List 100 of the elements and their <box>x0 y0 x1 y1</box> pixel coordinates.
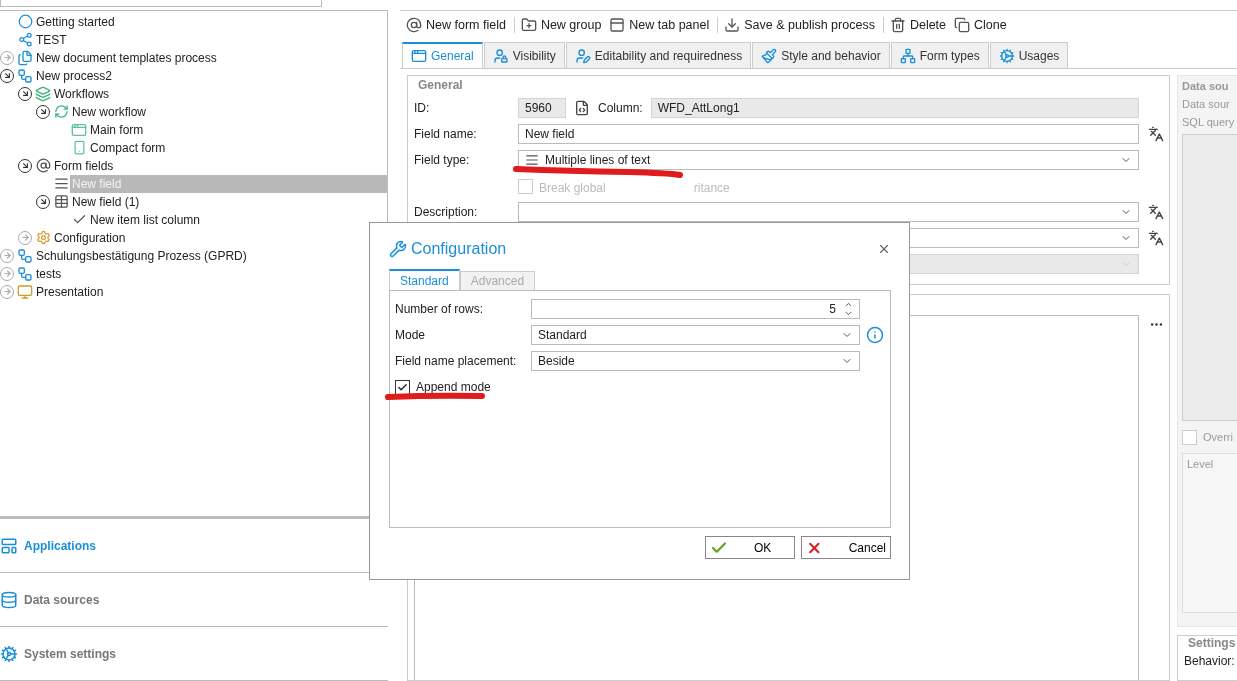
toolbar-button[interactable]: New tab panel <box>609 17 710 33</box>
field-label: Description: <box>414 205 479 219</box>
tree-item[interactable]: New process2 <box>34 66 387 85</box>
tab[interactable]: Standard <box>389 269 460 290</box>
flowchart-icon <box>17 67 33 84</box>
copy-icon <box>954 17 971 33</box>
tab[interactable]: Editability and requiredness <box>565 42 752 68</box>
tree-item[interactable]: Form fields <box>52 156 387 175</box>
field-label: SQL query <box>1182 116 1236 128</box>
lines-icon <box>53 176 69 192</box>
field-label: Number of rows: <box>395 302 485 316</box>
toolbar-button[interactable]: New group <box>520 17 602 33</box>
tree-item[interactable]: New item list column <box>88 210 387 229</box>
trash-icon <box>889 17 906 33</box>
tree-item[interactable]: New document templates process <box>34 48 387 67</box>
arrow-icon <box>20 89 30 99</box>
tree-item[interactable]: Main form <box>88 120 387 139</box>
user-lock-icon <box>492 47 509 64</box>
dropdown[interactable]: Standard <box>531 325 860 345</box>
tab[interactable]: Usages <box>989 42 1069 68</box>
layers-icon <box>35 85 51 102</box>
at-sign-icon <box>35 158 51 174</box>
field-label: Field name: <box>414 127 478 141</box>
tab[interactable]: General <box>402 42 483 68</box>
nodes-icon <box>17 32 33 48</box>
window-icon <box>411 48 427 64</box>
database-icon <box>0 590 18 609</box>
input-field[interactable]: WFD_AttLong1 <box>650 98 1139 118</box>
documents-icon <box>17 49 33 66</box>
field-label: ID: <box>414 101 431 115</box>
refresh-icon <box>53 104 69 120</box>
table-icon <box>53 194 69 210</box>
template-icon <box>0 536 18 555</box>
dialog-title: Configuration <box>411 240 507 258</box>
lines-icon <box>525 153 539 167</box>
toolbar-button[interactable]: Delete <box>889 17 947 33</box>
tree-item[interactable]: Compact form <box>88 138 387 157</box>
input-field[interactable] <box>0 0 322 7</box>
arrow-icon <box>2 71 12 81</box>
toolbar-button[interactable]: New form field <box>406 17 506 33</box>
group-title: Settings <box>1188 636 1236 650</box>
field-label: Field name placement: <box>395 354 518 368</box>
toolbar-button[interactable]: Save & publish process <box>724 17 875 33</box>
code-file-icon[interactable] <box>574 100 590 116</box>
user-pen-icon <box>574 47 591 64</box>
column-header: Level <box>1187 458 1214 470</box>
tree-item[interactable]: New workflow <box>70 102 387 121</box>
add-field-icon <box>406 17 422 33</box>
arrow-icon <box>2 251 12 261</box>
nav-item[interactable]: System settings <box>0 627 388 681</box>
arrow-icon <box>20 161 30 171</box>
arrow-icon <box>2 269 12 279</box>
field-label: Mode <box>395 328 427 342</box>
tree-item[interactable]: Workflows <box>52 84 387 103</box>
translate-icon[interactable] <box>1148 230 1164 246</box>
add-tab-icon <box>609 17 626 33</box>
tree-item[interactable]: TEST <box>34 30 387 49</box>
gear-icon <box>0 644 18 663</box>
checkbox-label: ritance <box>693 180 730 195</box>
dropdown[interactable]: Beside <box>531 351 860 371</box>
field-label: Behavior: <box>1184 654 1235 668</box>
window-icon <box>71 121 87 138</box>
field-label: Field type: <box>414 153 471 167</box>
translate-icon[interactable] <box>1148 126 1164 142</box>
tree-item[interactable]: New field (1) <box>70 192 387 211</box>
arrow-icon <box>2 287 12 297</box>
checkbox[interactable] <box>395 379 410 395</box>
dialog-button[interactable]: Cancel <box>801 536 891 559</box>
arrow-icon <box>20 233 30 243</box>
arrow-icon <box>2 53 12 63</box>
field-label: Column: <box>598 101 643 115</box>
tree-item[interactable]: Getting started <box>34 12 387 31</box>
number-input[interactable]: 5 <box>531 299 860 319</box>
circle-icon <box>17 14 33 30</box>
toolbar-button[interactable]: Clone <box>954 17 1007 33</box>
gear-icon <box>998 47 1015 64</box>
arrow-icon <box>38 107 48 117</box>
info-icon[interactable] <box>866 326 884 344</box>
download-icon <box>724 17 741 33</box>
checkbox-label: Overri <box>1203 431 1233 443</box>
brush-icon <box>761 47 778 64</box>
dropdown[interactable]: Multiple lines of text <box>518 150 1139 170</box>
phone-icon <box>71 140 87 156</box>
dialog-button[interactable]: OK <box>705 536 795 559</box>
group-title: Data sou <box>1182 80 1230 92</box>
monitor-icon <box>17 283 33 300</box>
settings-icon <box>35 230 51 246</box>
network-icon <box>899 47 916 64</box>
add-group-icon <box>520 17 537 33</box>
tab[interactable]: Style and behavior <box>752 42 890 68</box>
input-field[interactable]: 5960 <box>518 98 566 118</box>
arrow-icon <box>38 197 48 207</box>
tab[interactable]: Visibility <box>483 42 565 68</box>
close-icon[interactable] <box>877 242 891 256</box>
translate-icon[interactable] <box>1148 204 1164 220</box>
tab[interactable]: Form types <box>890 42 989 68</box>
input-field[interactable]: New field <box>518 124 1139 144</box>
group-title: General <box>418 78 464 92</box>
checkbox-label: Break global <box>539 180 606 195</box>
tools-icon <box>389 240 407 258</box>
